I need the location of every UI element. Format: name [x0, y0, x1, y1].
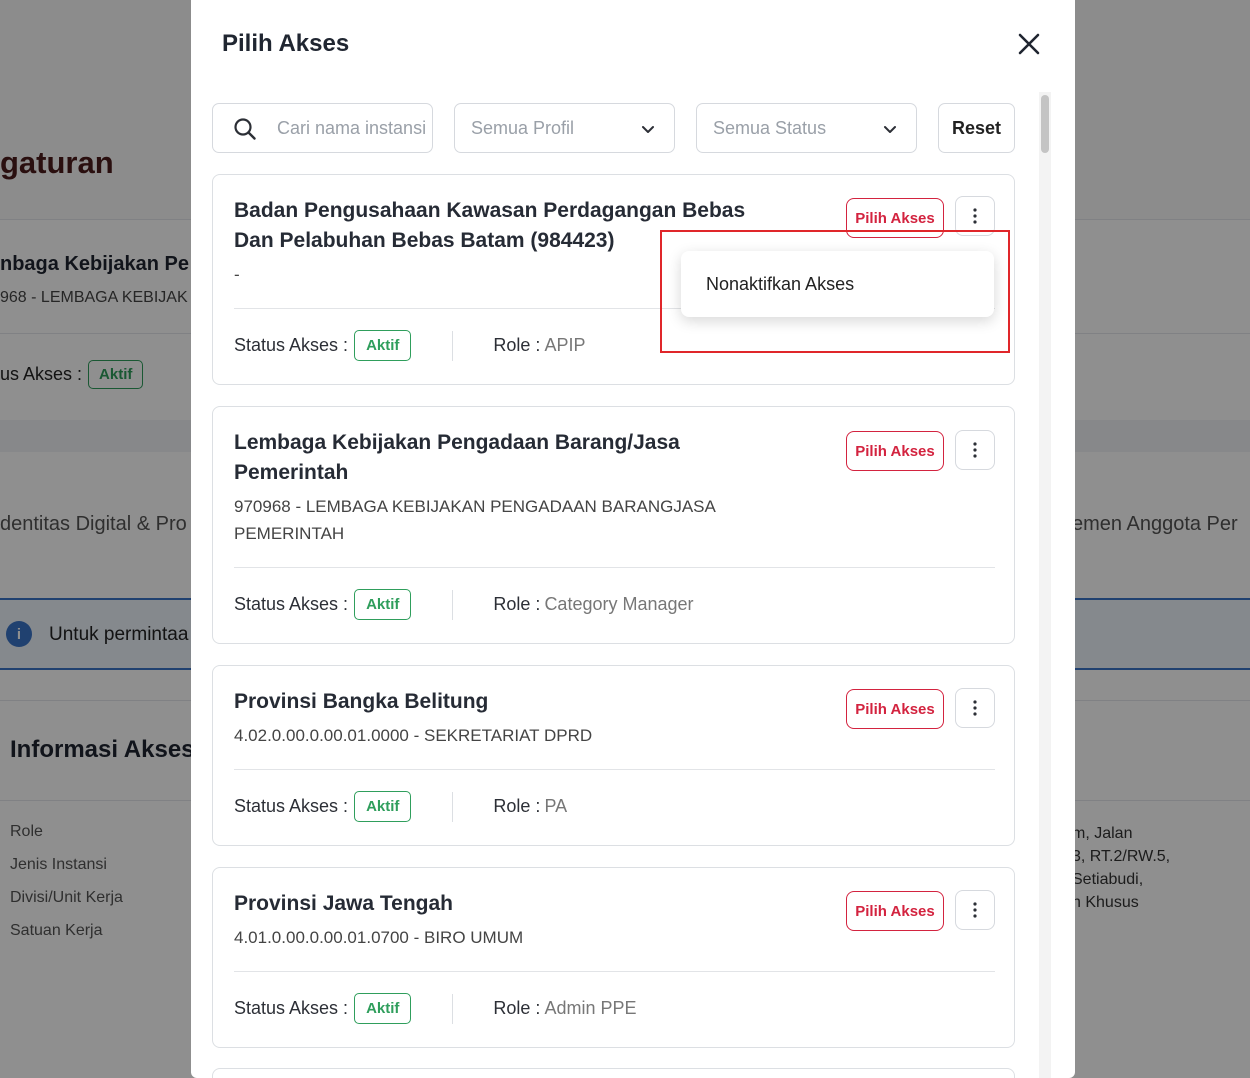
status-label: Status Akses : [234, 796, 349, 816]
card-status-row: Status Akses : Aktif Role : APIP [234, 330, 585, 361]
close-icon [1018, 33, 1040, 55]
more-options-button[interactable] [955, 196, 995, 236]
role-value: APIP [544, 335, 586, 355]
dropdown-item-nonaktifkan-akses[interactable]: Nonaktifkan Akses [681, 251, 994, 317]
card-code: - [234, 265, 240, 284]
status-select[interactable]: Semua Status [696, 103, 917, 153]
scrollbar-thumb[interactable] [1041, 95, 1049, 153]
card-divider [234, 971, 995, 972]
status-badge: Aktif [354, 589, 412, 620]
more-vertical-icon [973, 700, 977, 716]
access-card: Provinsi Bangka Belitung 4.02.0.00.0.00.… [212, 665, 1015, 846]
card-code: 4.01.0.00.0.00.01.0700 - BIRO UMUM [234, 928, 524, 947]
access-card: Lembaga Kebijakan Pengadaan Barang/Jasa … [212, 406, 1015, 644]
status-label: Status Akses : [234, 594, 349, 614]
separator [452, 589, 454, 620]
pilih-akses-modal: Pilih Akses Semua Profil Semua Status Re… [191, 0, 1075, 1078]
card-title: Lembaga Kebijakan Pengadaan Barang/Jasa … [234, 431, 680, 484]
pilih-akses-button[interactable]: Pilih Akses [846, 198, 944, 238]
search-input[interactable] [277, 114, 427, 142]
status-badge: Aktif [354, 993, 412, 1024]
card-divider [234, 769, 995, 770]
role-label: Role : [493, 335, 541, 355]
role-label: Role : [493, 594, 541, 614]
pilih-akses-button[interactable]: Pilih Akses [846, 689, 944, 729]
modal-title: Pilih Akses [222, 30, 350, 57]
status-badge: Aktif [354, 330, 412, 361]
profile-select[interactable]: Semua Profil [454, 103, 675, 153]
role-value: Category Manager [544, 594, 694, 614]
card-title: Badan Pengusahaan Kawasan Perdagangan Be… [234, 199, 746, 252]
role-label: Role : [493, 998, 541, 1018]
search-box[interactable] [212, 103, 433, 153]
access-card [212, 1068, 1015, 1078]
reset-button[interactable]: Reset [938, 103, 1015, 153]
role-value: PA [544, 796, 568, 816]
role-value: Admin PPE [544, 998, 637, 1018]
status-label: Status Akses : [234, 998, 349, 1018]
card-status-row: Status Akses : Aktif Role : Category Man… [234, 589, 694, 620]
separator [452, 993, 454, 1024]
more-vertical-icon [973, 442, 977, 458]
status-select-value: Semua Status [713, 117, 827, 138]
pilih-akses-button[interactable]: Pilih Akses [846, 891, 944, 931]
access-card: Provinsi Jawa Tengah 4.01.0.00.0.00.01.0… [212, 867, 1015, 1048]
scrollbar-track[interactable] [1039, 92, 1051, 1078]
pilih-akses-button[interactable]: Pilih Akses [846, 431, 944, 471]
more-options-button[interactable] [955, 688, 995, 728]
card-title: Provinsi Bangka Belitung [234, 690, 489, 713]
search-icon [234, 118, 256, 140]
more-vertical-icon [973, 208, 977, 224]
card-status-row: Status Akses : Aktif Role : Admin PPE [234, 993, 636, 1024]
more-options-button[interactable] [955, 430, 995, 470]
card-status-row: Status Akses : Aktif Role : PA [234, 791, 567, 822]
role-label: Role : [493, 796, 541, 816]
chevron-down-icon [884, 126, 896, 133]
card-divider [234, 567, 995, 568]
close-button[interactable] [1015, 30, 1043, 58]
card-code: 4.02.0.00.0.00.01.0000 - SEKRETARIAT DPR… [234, 726, 593, 745]
status-label: Status Akses : [234, 335, 349, 355]
card-title: Provinsi Jawa Tengah [234, 892, 454, 915]
card-code: 970968 - LEMBAGA KEBIJAKAN PENGADAAN BAR… [234, 497, 715, 543]
separator [452, 791, 454, 822]
more-vertical-icon [973, 902, 977, 918]
profile-select-value: Semua Profil [471, 117, 575, 138]
status-badge: Aktif [354, 791, 412, 822]
chevron-down-icon [642, 126, 654, 133]
more-options-button[interactable] [955, 890, 995, 930]
separator [452, 330, 454, 361]
